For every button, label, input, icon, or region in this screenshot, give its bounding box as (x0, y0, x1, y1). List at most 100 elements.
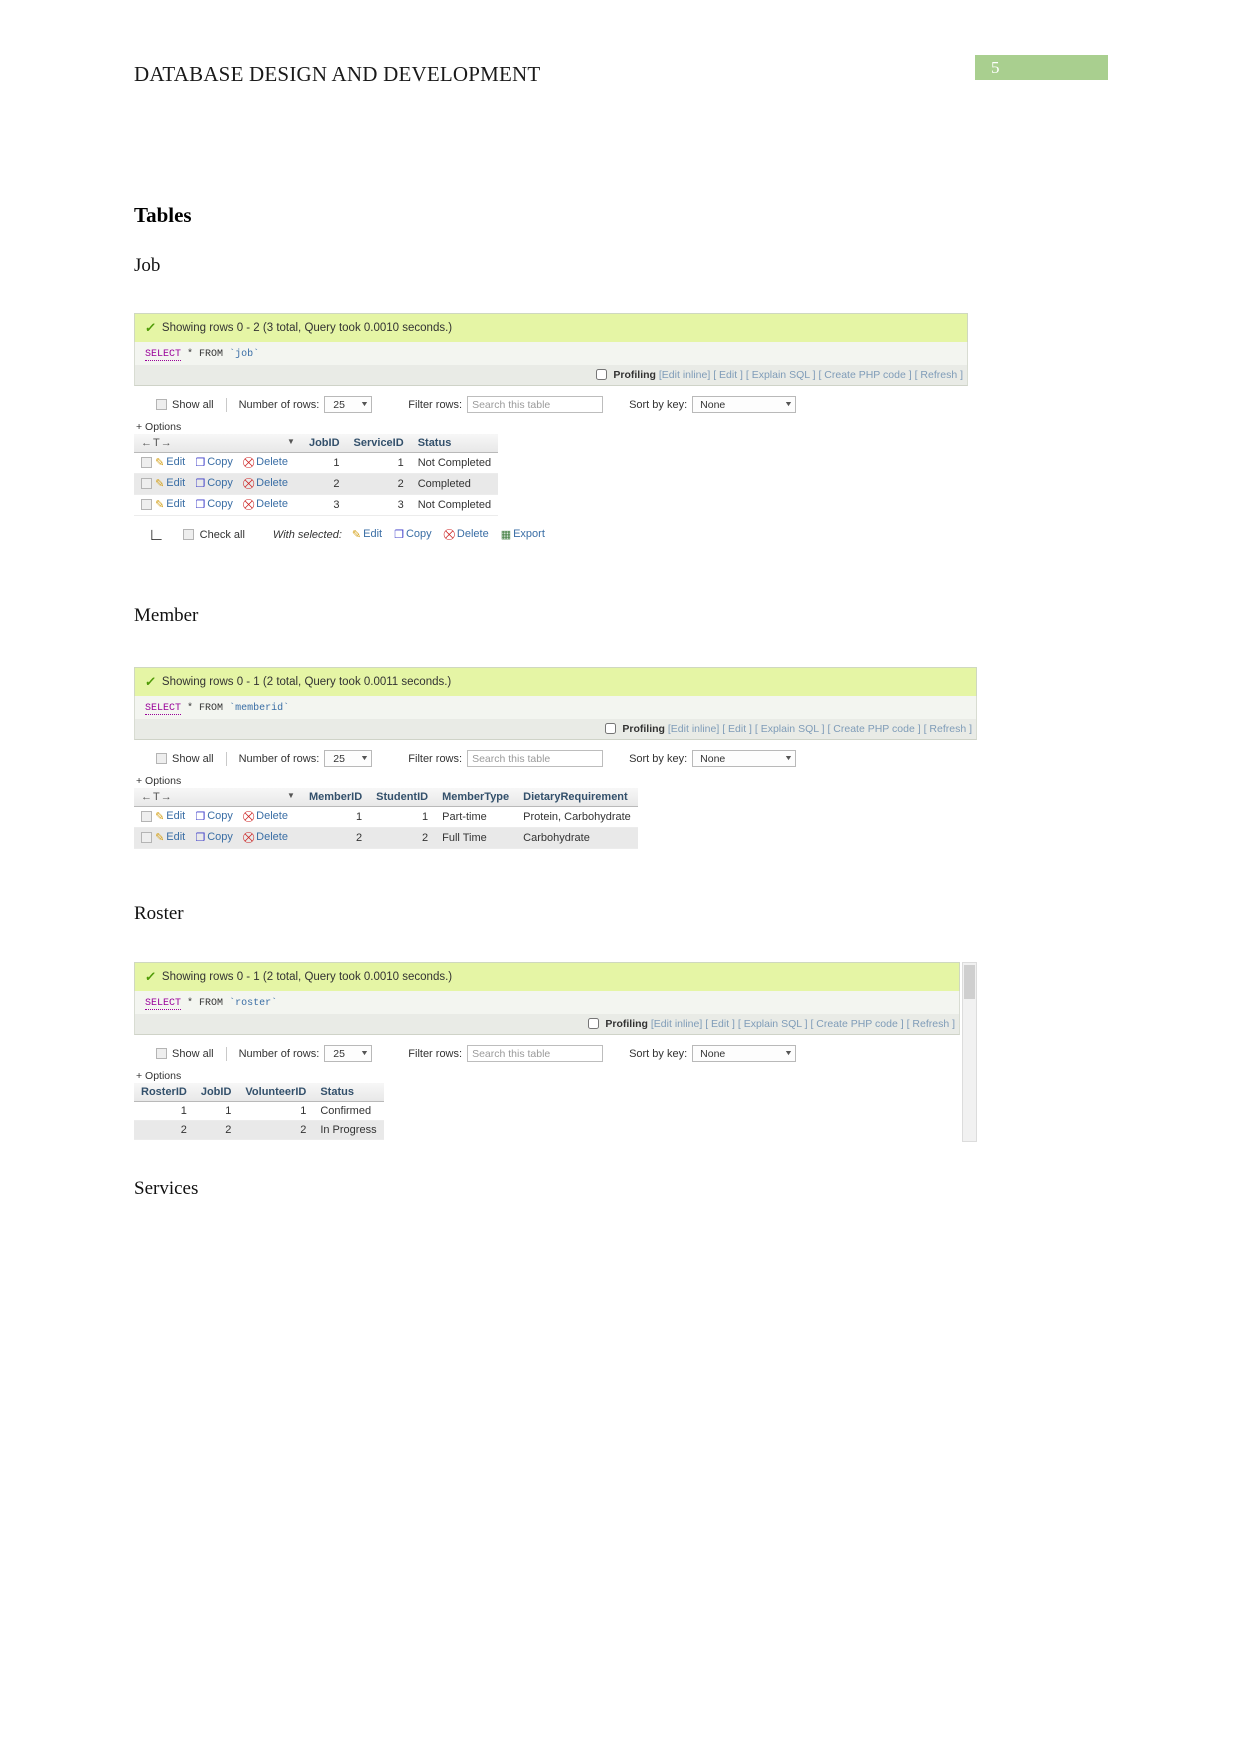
profiling-label: Profiling (622, 723, 665, 735)
row-edit-button[interactable]: ✎ Edit (155, 831, 185, 844)
col-header-membertype[interactable]: MemberType (435, 788, 517, 807)
row-delete-button[interactable]: ⛒ Delete (243, 477, 288, 490)
edit-link[interactable]: [ Edit ] (713, 369, 743, 381)
col-header-memberid[interactable]: MemberID (301, 788, 370, 807)
row-delete-button[interactable]: ⛒ Delete (242, 498, 288, 511)
col-header-studentid[interactable]: StudentID (369, 788, 436, 807)
row-select-checkbox[interactable] (141, 498, 152, 510)
filter-rows-input[interactable]: Search this table (467, 396, 604, 413)
row-copy-button[interactable]: ❐ Copy (195, 810, 233, 823)
table-row[interactable]: ✎ Edit ❐ Copy ⛒ Delete 3 3 Not Completed (134, 494, 499, 516)
col-header-dietaryrequirement[interactable]: DietaryRequirement (516, 788, 638, 807)
row-select-checkbox[interactable] (141, 810, 152, 822)
bulk-delete-button[interactable]: ⛒ Delete (444, 528, 489, 542)
row-select-checkbox[interactable] (141, 456, 152, 468)
bulk-edit-button[interactable]: ✎ Edit (352, 528, 382, 541)
row-edit-button[interactable]: ✎ Edit (155, 810, 185, 823)
table-row[interactable]: ✎ Edit ❐ Copy ⛒ Delete 2 2 Full Time Carboh… (134, 827, 638, 849)
pencil-icon: ✎ (155, 478, 165, 490)
delete-icon: ⛒ (242, 499, 255, 511)
scrollbar-thumb[interactable] (964, 965, 975, 999)
table-row[interactable]: 1 1 1 Confirmed (134, 1101, 384, 1121)
member-query-status: ✓ Showing rows 0 - 1 (2 total, Query too… (134, 667, 977, 696)
table-row[interactable]: ✎ Edit ❐ Copy ⛒ Delete 1 1 Part-time Protei… (134, 806, 638, 828)
pencil-icon: ✎ (155, 457, 165, 469)
refresh-link[interactable]: [ Refresh ] (907, 1018, 955, 1030)
refresh-link[interactable]: [ Refresh ] (915, 369, 963, 381)
row-select-checkbox[interactable] (141, 831, 152, 843)
chevron-down-icon: ▼ (784, 1050, 794, 1057)
sort-by-key-select[interactable]: None ▼ (692, 1045, 797, 1062)
row-edit-button[interactable]: ✎ Edit (155, 477, 185, 490)
row-copy-button[interactable]: ❐ Copy (195, 456, 233, 469)
heading-roster: Roster (134, 903, 184, 924)
sort-by-key-label: Sort by key: (629, 398, 688, 411)
job-options-toggle[interactable]: + Options (134, 421, 968, 433)
col-header-status[interactable]: Status (313, 1083, 384, 1102)
col-header-volunteerid[interactable]: VolunteerID (238, 1083, 314, 1102)
number-of-rows-select[interactable]: 25 ▼ (324, 396, 373, 413)
sort-by-key-select[interactable]: None ▼ (692, 750, 797, 767)
edit-inline-link[interactable]: [Edit inline] (651, 1018, 702, 1030)
refresh-link[interactable]: [ Refresh ] (924, 723, 972, 735)
filter-rows-input[interactable]: Search this table (467, 1045, 604, 1062)
show-all-checkbox[interactable] (156, 1048, 167, 1059)
row-delete-button[interactable]: ⛒ Delete (243, 456, 288, 469)
row-copy-button[interactable]: ❐ Copy (195, 477, 233, 490)
explain-sql-link[interactable]: [ Explain SQL ] (755, 723, 825, 735)
profiling-checkbox[interactable] (588, 1018, 600, 1029)
col-header-rosterid[interactable]: RosterID (134, 1083, 194, 1102)
roster-vertical-scrollbar[interactable] (962, 962, 977, 1142)
member-options-toggle[interactable]: + Options (134, 775, 977, 787)
pencil-icon: ✎ (155, 499, 165, 511)
bulk-export-button[interactable]: ▦ Export (501, 528, 545, 541)
check-all-checkbox[interactable] (182, 529, 194, 540)
create-php-code-link[interactable]: [ Create PHP code ] (827, 723, 920, 735)
row-delete-button[interactable]: ⛒ Delete (243, 831, 288, 844)
number-of-rows-select[interactable]: 25 ▼ (324, 750, 373, 767)
row-nav-arrows[interactable]: ←T→ (141, 437, 173, 449)
explain-sql-link[interactable]: [ Explain SQL ] (746, 369, 816, 381)
col-header-serviceid[interactable]: ServiceID (346, 434, 411, 453)
roster-options-toggle[interactable]: + Options (134, 1070, 960, 1082)
controls-divider (225, 397, 227, 412)
show-all-checkbox[interactable] (156, 399, 167, 410)
row-delete-button[interactable]: ⛒ Delete (243, 810, 288, 823)
row-copy-button[interactable]: ❐ Copy (195, 498, 233, 511)
edit-link[interactable]: [ Edit ] (705, 1018, 735, 1030)
show-all-checkbox[interactable] (156, 753, 167, 764)
table-header-row: ←T→ ▼ MemberID StudentID MemberType Diet… (134, 788, 638, 807)
profiling-checkbox[interactable] (596, 369, 608, 380)
copy-icon: ❐ (195, 499, 206, 511)
table-row[interactable]: ✎ Edit ❐ Copy ⛒ Delete 2 2 Completed (134, 473, 499, 495)
row-edit-button[interactable]: ✎ Edit (155, 456, 185, 469)
number-of-rows-select[interactable]: 25 ▼ (324, 1045, 373, 1062)
create-php-code-link[interactable]: [ Create PHP code ] (810, 1018, 903, 1030)
profiling-checkbox[interactable] (605, 723, 617, 734)
sort-caret-icon[interactable]: ▼ (287, 437, 295, 446)
job-action-bar: Profiling [Edit inline] [ Edit ] [ Expla… (134, 365, 968, 386)
cell-volunteerid: 1 (238, 1101, 314, 1121)
table-row[interactable]: 2 2 2 In Progress (134, 1120, 384, 1140)
number-of-rows-label: Number of rows: (238, 752, 320, 765)
edit-link[interactable]: [ Edit ] (722, 723, 752, 735)
row-copy-button[interactable]: ❐ Copy (195, 831, 233, 844)
row-actions: ✎ Edit ❐ Copy ⛒ Delete (134, 452, 302, 474)
col-header-status[interactable]: Status (410, 434, 499, 453)
col-header-jobid[interactable]: JobID (193, 1083, 239, 1102)
bulk-copy-button[interactable]: ❐ Copy (394, 528, 432, 541)
edit-inline-link[interactable]: [Edit inline] (668, 723, 719, 735)
select-all-arrow-icon[interactable]: ∟ (148, 526, 165, 543)
row-select-checkbox[interactable] (141, 477, 152, 489)
sort-caret-icon[interactable]: ▼ (287, 791, 295, 800)
with-selected-label: With selected: (272, 528, 342, 541)
sort-by-key-select[interactable]: None ▼ (692, 396, 797, 413)
row-edit-button[interactable]: ✎ Edit (155, 498, 185, 511)
table-row[interactable]: ✎ Edit ❐ Copy ⛒ Delete 1 1 Not Completed (134, 452, 499, 474)
create-php-code-link[interactable]: [ Create PHP code ] (818, 369, 911, 381)
filter-rows-input[interactable]: Search this table (467, 750, 604, 767)
explain-sql-link[interactable]: [ Explain SQL ] (738, 1018, 808, 1030)
col-header-jobid[interactable]: JobID (301, 434, 347, 453)
edit-inline-link[interactable]: [Edit inline] (659, 369, 710, 381)
row-nav-arrows[interactable]: ←T→ (141, 791, 173, 803)
